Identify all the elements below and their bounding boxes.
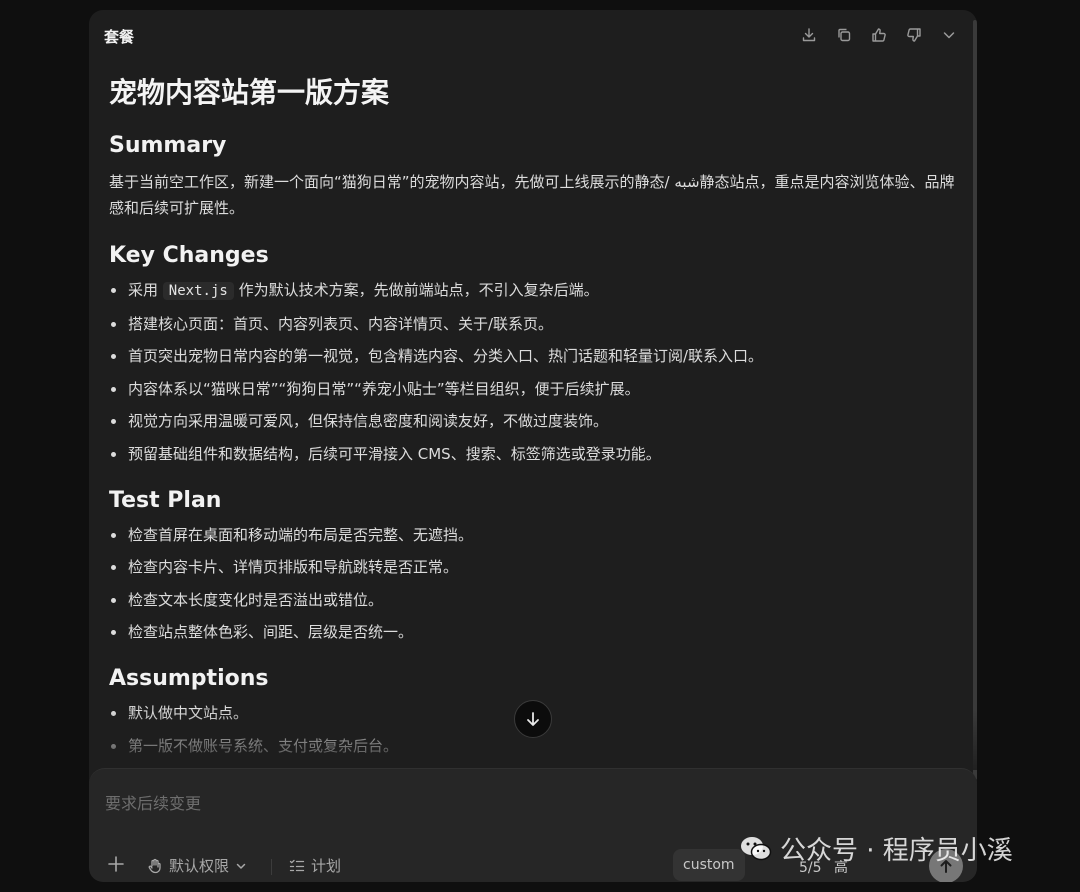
list-item-text: 采用: [128, 281, 159, 299]
chevron-down-icon[interactable]: [938, 24, 959, 45]
header-actions: [798, 24, 959, 45]
thumbs-up-icon[interactable]: [868, 24, 889, 45]
inline-code: Next.js: [162, 282, 234, 300]
download-icon[interactable]: [798, 24, 819, 45]
composer: 默认权限 计划 custom 5/5 高: [89, 768, 977, 882]
summary-text: 基于当前空工作区，新建一个面向“猫狗日常”的宠物内容站，先做可上线展示的静态/ …: [109, 173, 955, 217]
composer-toolbar: 默认权限 计划 custom 5/5 高: [103, 849, 963, 882]
list-item-text: 作为默认技术方案，先做前端站点，不引入复杂后端。: [238, 281, 599, 299]
scroll-to-bottom-button[interactable]: [514, 700, 552, 738]
plan-label: 计划: [311, 857, 342, 875]
plan-document: 宠物内容站第一版方案 Summary 基于当前空工作区，新建一个面向“猫狗日常”…: [109, 70, 959, 778]
add-button[interactable]: [107, 855, 125, 873]
counter-value: 5/5: [799, 860, 822, 876]
chevron-down-icon: [236, 863, 246, 869]
model-label: custom: [683, 857, 735, 873]
list-item: 检查站点整体色彩、间距、层级是否统一。: [109, 621, 959, 643]
checklist-icon: [289, 859, 305, 871]
key-changes-heading: Key Changes: [109, 243, 269, 268]
test-plan-heading: Test Plan: [109, 487, 222, 513]
summary-heading: Summary: [109, 133, 227, 158]
permissions-label: 默认权限: [169, 857, 230, 875]
list-item: 内容体系以“猫咪日常”“狗狗日常”“养宠小贴士”等栏目组织，便于后续扩展。: [109, 378, 959, 400]
arrow-down-icon: [527, 712, 539, 726]
list-item: 搭建核心页面：首页、内容列表页、内容详情页、关于/联系页。: [109, 313, 959, 335]
level-label: 高: [833, 860, 848, 876]
model-selector[interactable]: custom: [673, 849, 745, 881]
thumbs-down-icon[interactable]: [903, 24, 924, 45]
list-item: 检查文本长度变化时是否溢出或错位。: [109, 589, 959, 611]
list-item: 采用 Next.js 作为默认技术方案，先做前端站点，不引入复杂后端。: [109, 279, 959, 302]
test-plan-list: 检查首屏在桌面和移动端的布局是否完整、无遮挡。 检查内容卡片、详情页排版和导航跳…: [109, 524, 959, 644]
document-title: 宠物内容站第一版方案: [109, 76, 390, 109]
chat-panel: 套餐 宠物内容站第一版方案 Summary 基于当前空工作区，新建一个面向“猫狗…: [89, 10, 977, 882]
permissions-dropdown[interactable]: 默认权限: [147, 855, 247, 876]
usage-counter: 5/5 高: [799, 857, 848, 877]
panel-title: 套餐: [104, 28, 135, 46]
hand-icon: [148, 858, 161, 873]
panel-header: 套餐: [89, 10, 977, 60]
scrollbar[interactable]: [973, 20, 977, 780]
follow-up-input[interactable]: [103, 793, 807, 814]
key-changes-list: 采用 Next.js 作为默认技术方案，先做前端站点，不引入复杂后端。 搭建核心…: [109, 279, 959, 465]
list-item: 检查内容卡片、详情页排版和导航跳转是否正常。: [109, 556, 959, 578]
toolbar-divider: [271, 859, 272, 875]
assumptions-heading: Assumptions: [109, 666, 269, 691]
plan-mode-toggle[interactable]: 计划: [289, 855, 341, 876]
list-item: 预留基础组件和数据结构，后续可平滑接入 CMS、搜索、标签筛选或登录功能。: [109, 443, 959, 465]
list-item: 视觉方向采用温暖可爱风，但保持信息密度和阅读友好，不做过度装饰。: [109, 410, 959, 432]
list-item: 检查首屏在桌面和移动端的布局是否完整、无遮挡。: [109, 524, 959, 546]
list-item: 首页突出宠物日常内容的第一视觉，包含精选内容、分类入口、热门话题和轻量订阅/联系…: [109, 345, 959, 367]
copy-icon[interactable]: [833, 24, 854, 45]
plus-icon: [108, 856, 124, 872]
arrow-up-icon: [940, 860, 952, 873]
send-button[interactable]: [929, 849, 963, 882]
